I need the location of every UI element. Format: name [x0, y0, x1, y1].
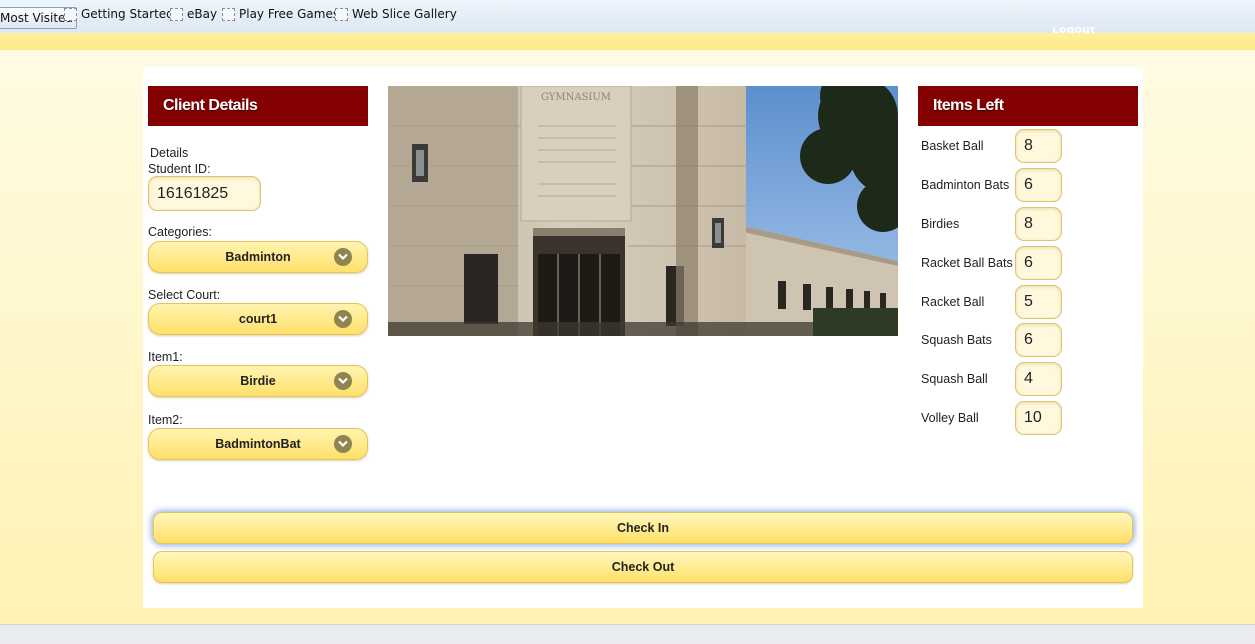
- item2-value: BadmintonBat: [215, 437, 301, 451]
- page-icon: [222, 7, 235, 21]
- count-racket-ball[interactable]: 5: [1015, 285, 1062, 319]
- categories-label: Categories:: [148, 225, 212, 239]
- court-value: court1: [238, 312, 278, 326]
- count-badminton-bats[interactable]: 6: [1015, 168, 1062, 202]
- student-id-label: Student ID:: [148, 162, 211, 176]
- item2-select[interactable]: BadmintonBat: [148, 428, 368, 460]
- chevron-down-icon: [334, 435, 352, 453]
- page-icon: [170, 7, 183, 21]
- item-label-racket-ball: Racket Ball: [921, 295, 985, 309]
- count-squash-bats[interactable]: 6: [1015, 323, 1062, 357]
- bookmark-play-free-games[interactable]: Play Free Games: [222, 7, 339, 21]
- item-label-basket-ball: Basket Ball: [921, 139, 984, 153]
- bookmark-label: eBay: [187, 7, 218, 21]
- count-racket-ball-bats[interactable]: 6: [1015, 246, 1062, 280]
- item-label-squash-bats: Squash Bats: [921, 333, 992, 347]
- count-volley-ball[interactable]: 10: [1015, 401, 1062, 435]
- items-left-heading: Items Left: [918, 86, 1138, 126]
- item-label-squash-ball: Squash Ball: [921, 372, 988, 386]
- item-label-volley-ball: Volley Ball: [921, 411, 979, 425]
- item1-label: Item1:: [148, 350, 183, 364]
- details-label: Details: [150, 146, 189, 160]
- count-birdies[interactable]: 8: [1015, 207, 1062, 241]
- header-band: [0, 33, 1255, 50]
- item-label-birdies: Birdies: [921, 217, 960, 231]
- page-icon: [335, 7, 348, 21]
- client-details-heading: Client Details: [148, 86, 368, 126]
- chevron-down-icon: [334, 248, 352, 266]
- select-court-label: Select Court:: [148, 288, 221, 302]
- count-basket-ball[interactable]: 8: [1015, 129, 1062, 163]
- bookmark-getting-started[interactable]: Getting Started: [64, 7, 174, 21]
- logout-link[interactable]: Logout: [1052, 27, 1114, 33]
- item1-value: Birdie: [240, 374, 276, 388]
- gymnasium-photo: GYMNASIUM: [388, 86, 898, 336]
- bookmark-label: Play Free Games: [239, 7, 340, 21]
- gymnasium-engraving: GYMNASIUM: [541, 92, 611, 103]
- item2-label: Item2:: [148, 413, 183, 427]
- student-id-input[interactable]: 16161825: [148, 176, 261, 211]
- count-squash-ball[interactable]: 4: [1015, 362, 1062, 396]
- status-bar: [0, 624, 1255, 644]
- main-card: Client Details Details Student ID: 16161…: [143, 67, 1143, 608]
- check-out-button[interactable]: Check Out: [153, 551, 1133, 583]
- court-select[interactable]: court1: [148, 303, 368, 335]
- bookmark-ebay[interactable]: eBay: [170, 7, 217, 21]
- categories-value: Badminton: [225, 250, 291, 264]
- bookmark-label: Web Slice Gallery: [352, 7, 457, 21]
- categories-select[interactable]: Badminton: [148, 241, 368, 273]
- chevron-down-icon: [334, 372, 352, 390]
- item-label-badminton-bats: Badminton Bats: [921, 178, 1010, 192]
- chevron-down-icon: [334, 310, 352, 328]
- bookmark-web-slice-gallery[interactable]: Web Slice Gallery: [335, 7, 457, 21]
- page-icon: [64, 7, 77, 21]
- bookmark-label: Getting Started: [81, 7, 174, 21]
- item-label-racket-ball-bats: Racket Ball Bats: [921, 256, 1013, 270]
- item1-select[interactable]: Birdie: [148, 365, 368, 397]
- check-in-button[interactable]: Check In: [153, 512, 1133, 544]
